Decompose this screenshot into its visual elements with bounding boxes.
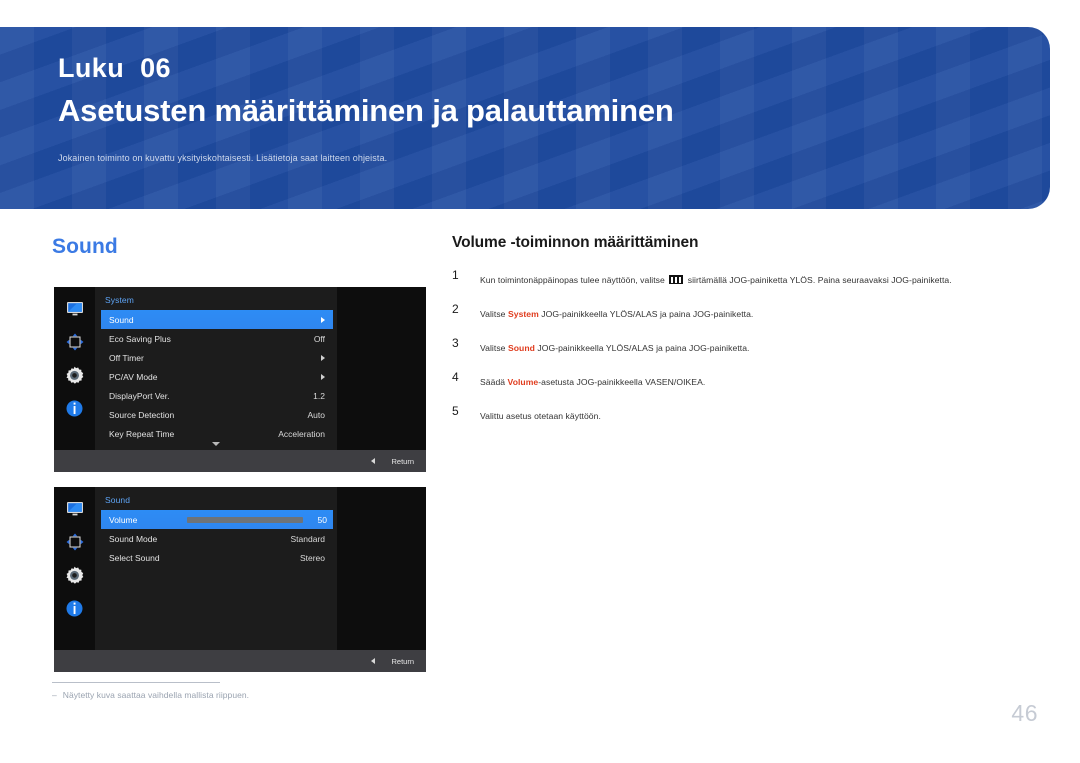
display-icon	[64, 298, 86, 320]
chevron-right-icon	[321, 373, 325, 380]
step-text: Valitse Sound JOG-painikkeella YLÖS/ALAS…	[480, 343, 750, 353]
osd2-row-value: Stereo	[299, 552, 325, 563]
osd1-row-label: Source Detection	[109, 409, 175, 420]
step-text: Valitse System JOG-painikkeella YLÖS/ALA…	[480, 309, 754, 319]
osd2-row-sound-mode[interactable]: Sound Mode Standard	[101, 529, 333, 548]
gear-icon	[64, 364, 86, 386]
step-highlight: System	[507, 309, 539, 319]
osd1-rows: Sound Eco Saving Plus Off Off Timer PC/A…	[101, 310, 333, 443]
osd1-row-label: Sound	[109, 314, 134, 325]
picture-position-icon	[64, 531, 86, 553]
scroll-down-icon[interactable]	[212, 442, 220, 446]
osd2-return-label[interactable]: Return	[391, 657, 414, 666]
chapter-line: Luku 06	[58, 53, 171, 84]
menu-icon	[669, 275, 684, 284]
osd2-row-value: Standard	[290, 533, 326, 544]
procedure-step: 4 Säädä Volume-asetusta JOG-painikkeella …	[452, 370, 1032, 392]
osd1-menu-panel: System Sound Eco Saving Plus Off Off Tim…	[95, 287, 337, 450]
step-number: 3	[452, 336, 459, 350]
osd1-row-off-timer[interactable]: Off Timer	[101, 348, 333, 367]
osd1-row-value: 1.2	[313, 390, 325, 401]
step-text: Säädä Volume-asetusta JOG-painikkeella V…	[480, 377, 706, 387]
chevron-right-icon	[321, 316, 325, 323]
osd1-row-label: Key Repeat Time	[109, 428, 175, 439]
osd1-row-displayport-ver[interactable]: DisplayPort Ver. 1.2	[101, 386, 333, 405]
picture-position-icon	[64, 331, 86, 353]
osd1-return-label[interactable]: Return	[391, 457, 414, 466]
chapter-banner: Luku 06 Asetusten määrittäminen ja palaut…	[0, 27, 1050, 209]
osd2-row-select-sound[interactable]: Select Sound Stereo	[101, 548, 333, 567]
page-number: 46	[1011, 700, 1038, 726]
procedure-steps: 1 Kun toimintonäppäinopas tulee näyttöön,…	[452, 268, 1032, 440]
section-heading: Sound	[52, 235, 118, 258]
osd1-row-label: Eco Saving Plus	[109, 333, 171, 344]
chapter-label: Luku	[58, 53, 125, 83]
chevron-right-icon	[321, 354, 325, 361]
osd1-row-source-detection[interactable]: Source Detection Auto	[101, 405, 333, 424]
return-arrow-icon	[371, 658, 376, 664]
osd2-sidebar	[54, 487, 95, 650]
return-arrow-icon	[371, 458, 376, 464]
footnote: ‒ Näytetty kuva saattaa vaihdella mallist…	[52, 690, 249, 700]
osd-screenshot-sound: Sound Volume 50 Sound Mode Standard Sele…	[54, 487, 426, 672]
osd2-row-label: Select Sound	[109, 552, 160, 563]
osd2-rows: Volume 50 Sound Mode Standard Select Sou…	[101, 510, 333, 567]
osd1-sidebar	[54, 287, 95, 450]
footnote-divider	[52, 682, 220, 683]
osd-screenshot-system: System Sound Eco Saving Plus Off Off Tim…	[54, 287, 426, 472]
osd1-row-pc-av-mode[interactable]: PC/AV Mode	[101, 367, 333, 386]
osd2-right-fill	[337, 487, 426, 650]
display-icon	[64, 498, 86, 520]
procedure-title: Volume -toiminnon määrittäminen	[452, 234, 699, 251]
osd1-row-value: Off	[313, 333, 325, 344]
chapter-title: Asetusten määrittäminen ja palauttaminen	[58, 93, 674, 128]
chapter-subtitle: Jokainen toiminto on kuvattu yksityiskoh…	[58, 153, 388, 163]
step-number: 1	[452, 268, 459, 282]
info-icon	[64, 397, 86, 419]
osd2-title: Sound	[105, 495, 131, 505]
step-text: Kun toimintonäppäinopas tulee näyttöön, …	[480, 275, 952, 285]
osd1-row-sound[interactable]: Sound	[101, 310, 333, 329]
volume-slider[interactable]	[187, 516, 303, 523]
info-icon	[64, 597, 86, 619]
osd1-right-fill	[337, 287, 426, 450]
footnote-dash: ‒	[52, 690, 57, 700]
procedure-step: 2 Valitse System JOG-painikkeella YLÖS/AL…	[452, 302, 1032, 324]
osd1-row-key-repeat-time[interactable]: Key Repeat Time Acceleration	[101, 424, 333, 443]
volume-value: 50	[317, 514, 327, 525]
osd1-footer: Return	[54, 450, 426, 472]
osd2-row-label: Volume	[109, 514, 138, 525]
step-number: 5	[452, 404, 459, 418]
osd1-row-label: DisplayPort Ver.	[109, 390, 170, 401]
osd1-row-eco-saving-plus[interactable]: Eco Saving Plus Off	[101, 329, 333, 348]
gear-icon	[64, 564, 86, 586]
osd1-row-label: PC/AV Mode	[109, 371, 158, 382]
footnote-text: Näytetty kuva saattaa vaihdella mallista…	[62, 690, 250, 700]
procedure-step: 1 Kun toimintonäppäinopas tulee näyttöön,…	[452, 268, 1032, 290]
osd1-row-label: Off Timer	[109, 352, 144, 363]
osd1-row-value: Acceleration	[278, 428, 325, 439]
osd2-row-label: Sound Mode	[109, 533, 158, 544]
procedure-step: 3 Valitse Sound JOG-painikkeella YLÖS/ALA…	[452, 336, 1032, 358]
osd2-menu-panel: Sound Volume 50 Sound Mode Standard Sele…	[95, 487, 337, 650]
step-number: 2	[452, 302, 459, 316]
osd1-row-value: Auto	[307, 409, 326, 420]
step-text: Valittu asetus otetaan käyttöön.	[480, 411, 601, 421]
osd1-title: System	[105, 295, 134, 305]
chapter-number: 06	[140, 53, 171, 83]
step-highlight: Volume	[507, 377, 539, 387]
step-number: 4	[452, 370, 459, 384]
osd2-row-volume[interactable]: Volume 50	[101, 510, 333, 529]
osd2-footer: Return	[54, 650, 426, 672]
step-highlight: Sound	[507, 343, 535, 353]
procedure-step: 5 Valittu asetus otetaan käyttöön.	[452, 404, 1032, 426]
